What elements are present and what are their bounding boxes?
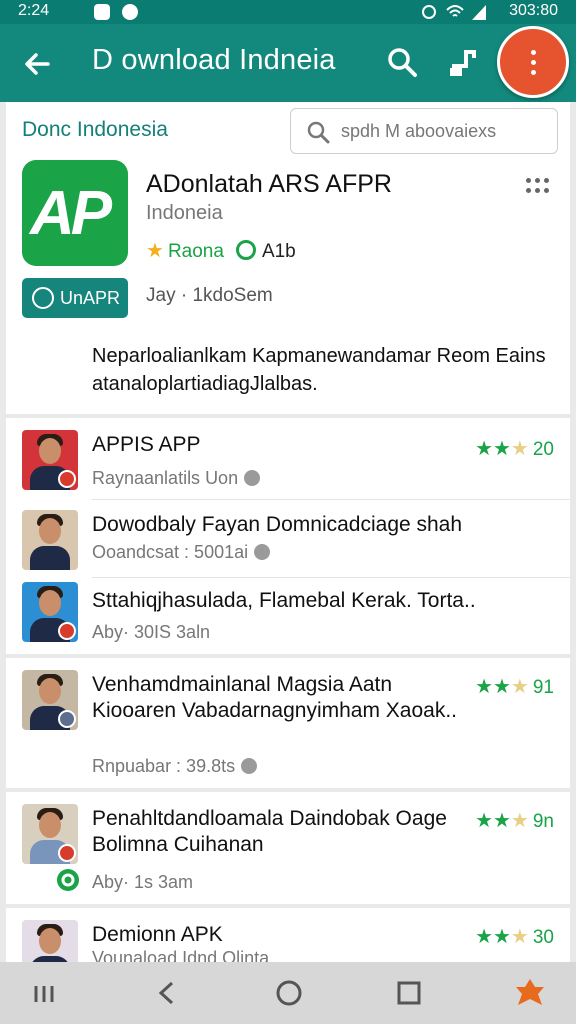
signal-icon <box>472 5 486 20</box>
avatar[interactable] <box>22 804 78 864</box>
search-placeholder: spdh M aboovaiexs <box>341 121 497 141</box>
back-icon[interactable] <box>152 978 182 1008</box>
search-icon <box>307 121 330 144</box>
rating-stars: ★★★ 30 <box>475 926 554 948</box>
list-item-title[interactable]: Penahltdandloamala Daindobak Oage Bolimn… <box>92 806 462 858</box>
avatar[interactable] <box>22 430 78 490</box>
divider <box>92 499 570 500</box>
status-right-text: 303:80 <box>509 2 558 19</box>
app-bar: D ownload Indneia <box>0 24 576 102</box>
more-vert-button[interactable] <box>497 26 569 98</box>
wifi-icon <box>446 5 464 17</box>
list-item-title[interactable]: Dowodbaly Fayan Domnicadciage shah <box>92 512 552 538</box>
notification-icon <box>94 4 110 20</box>
app-name: ADonlatah ARS AFPR <box>146 170 392 198</box>
install-label: UnAPR <box>60 288 121 308</box>
avatar[interactable] <box>22 582 78 642</box>
developer-name[interactable]: Indoneia <box>146 202 223 225</box>
status-time: 2:24 <box>18 2 50 19</box>
app-list-item: Demionn APK Vounaload Idnd Olinta ★★★ 30 <box>6 908 570 962</box>
list-item-sub: Aby· 1s 3am <box>92 872 194 892</box>
app-list-item: Penahltdandloamala Daindobak Oage Bolimn… <box>6 792 570 904</box>
check-circle-icon <box>57 869 79 891</box>
list-item-sub: Vounaload Idnd Olinta <box>92 948 270 962</box>
avatar[interactable] <box>22 920 78 962</box>
notification-icon <box>122 4 138 20</box>
overview-icon[interactable] <box>394 978 424 1008</box>
rating-number: 91 <box>532 677 554 698</box>
store-name: Donc Indonesia <box>22 118 168 141</box>
share-icon[interactable] <box>448 44 478 80</box>
star-icon: ★ <box>146 240 164 262</box>
app-description: Neparloalianlkam Kapmanewandamar Reom Ea… <box>92 345 546 395</box>
more-vert-icon <box>531 50 536 55</box>
search-input[interactable]: spdh M aboovaiexs <box>290 108 558 154</box>
list-item-sub: Rnpuabar : 39.8ts <box>92 756 258 777</box>
install-button[interactable]: UnAPR <box>22 278 128 318</box>
list-item-title[interactable]: Sttahiqjhasulada, Flamebal Kerak. Torta.… <box>92 588 552 614</box>
info-icon <box>244 470 261 486</box>
badge-icon <box>58 710 76 728</box>
more-vert-icon-dot <box>531 70 536 75</box>
list-item-sub: Ooandcsat : 5001ai <box>92 542 271 563</box>
list-item-sub-text: Ooandcsat : 5001ai <box>92 542 249 562</box>
app-list-item: Venhamdmainlanal Magsia Aatn Kiooaren Va… <box>6 658 570 788</box>
check-circle-icon <box>235 240 256 260</box>
list-item-sub: Raynaanlatils Uon <box>92 468 261 489</box>
app-logo-text: AP <box>30 179 112 248</box>
recents-icon[interactable] <box>30 978 60 1008</box>
status-bar: 2:24 303:80 <box>0 0 576 24</box>
avatar[interactable] <box>22 510 78 570</box>
rating-stars: ★★★ 9n <box>475 810 554 832</box>
size-label: A1b <box>261 241 296 262</box>
rating-stars: ★★★ 20 <box>475 438 554 460</box>
badge-icon <box>58 470 76 488</box>
page-title: D ownload Indneia <box>92 44 336 76</box>
info-icon <box>241 758 258 774</box>
list-item-sub: Aby· 30IS 3aln <box>92 622 211 642</box>
app-logo[interactable]: AP <box>22 160 128 266</box>
alarm-icon <box>422 5 436 19</box>
app-list-group: APPIS APP Raynaanlatils Uon ★★★ 20 Dowodb… <box>6 418 570 654</box>
badge-icon <box>58 844 76 862</box>
rating-label: Raona <box>167 241 224 262</box>
back-arrow-icon[interactable] <box>20 46 56 82</box>
list-item-sub-text: Raynaanlatils Uon <box>92 468 239 488</box>
search-icon[interactable] <box>384 44 420 80</box>
assistant-icon[interactable] <box>512 975 548 1011</box>
list-item-title[interactable]: Demionn APK <box>92 922 462 948</box>
info-icon <box>254 544 271 560</box>
home-icon[interactable] <box>274 978 304 1008</box>
system-nav-bar <box>0 962 576 1024</box>
app-meta: Jay · 1kdoSem <box>146 285 273 306</box>
divider <box>92 577 570 578</box>
list-item-sub-text: Rnpuabar : 39.8ts <box>92 756 236 776</box>
app-detail-card: Donc Indonesia spdh M aboovaiexs AP ADon… <box>6 102 570 414</box>
rating-row: ★ Raona A1b <box>146 238 296 263</box>
more-vert-icon-dot <box>531 60 536 65</box>
list-item-title[interactable]: Venhamdmainlanal Magsia Aatn Kiooaren Va… <box>92 672 462 724</box>
rating-number: 20 <box>532 439 554 460</box>
list-item-title[interactable]: APPIS APP <box>92 432 462 458</box>
rating-number: 30 <box>532 927 554 948</box>
options-icon[interactable] <box>526 178 550 196</box>
badge-icon <box>58 622 76 640</box>
rating-number: 9n <box>532 811 554 832</box>
rating-stars: ★★★ 91 <box>475 676 554 698</box>
check-circle-icon <box>32 287 54 309</box>
avatar[interactable] <box>22 670 78 730</box>
